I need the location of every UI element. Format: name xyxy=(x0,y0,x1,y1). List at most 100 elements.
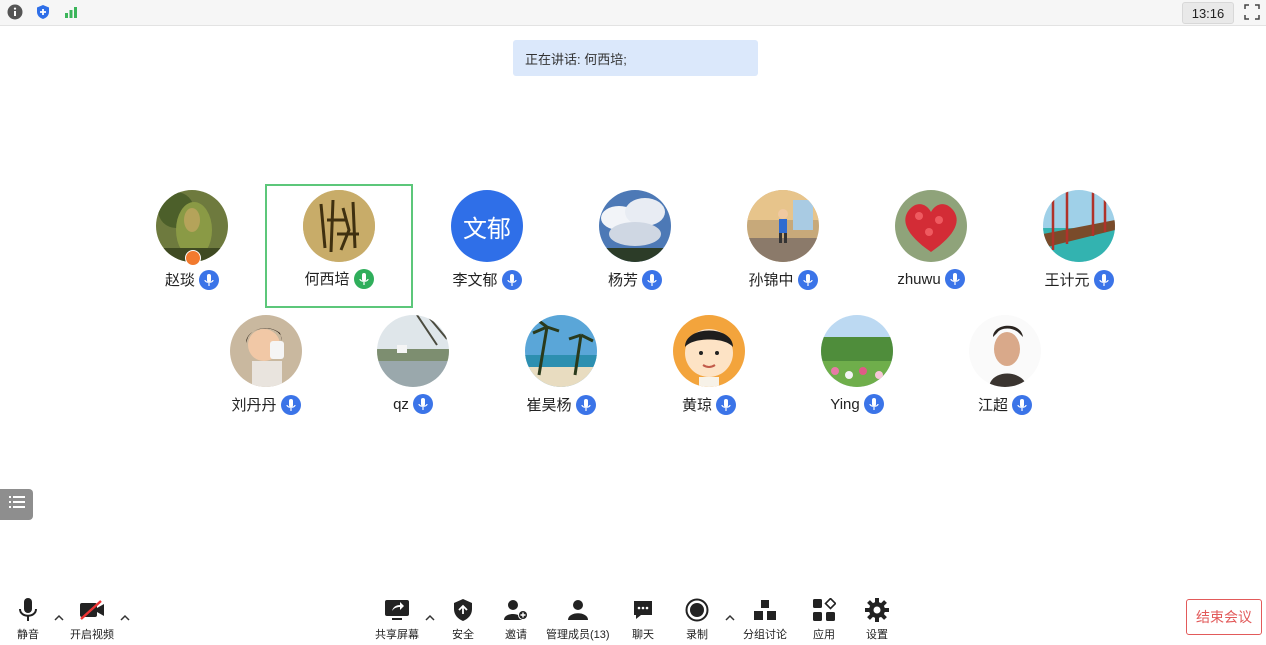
avatar-initials: 文郁 xyxy=(451,190,523,262)
participant-name: zhuwu xyxy=(897,270,941,288)
microphone-icon xyxy=(642,269,662,290)
participant-tile[interactable]: 江超 xyxy=(931,310,1079,434)
participant-tile[interactable]: qz xyxy=(339,310,487,434)
microphone-icon xyxy=(501,269,522,290)
participant-name: 何西培 xyxy=(304,271,350,288)
security-label: 安全 xyxy=(452,629,474,641)
shield-icon xyxy=(450,598,476,622)
microphone-icon xyxy=(280,394,301,415)
record-label: 录制 xyxy=(686,629,708,641)
participant-tile[interactable]: 文郁 李文郁 xyxy=(413,185,561,309)
participant-name: 赵琰 xyxy=(164,272,195,289)
avatar xyxy=(1043,190,1115,262)
participant-name: 杨芳 xyxy=(607,272,638,289)
user-icon xyxy=(565,598,591,622)
avatar xyxy=(821,315,893,387)
avatar xyxy=(303,190,375,262)
breakout-label: 分组讨论 xyxy=(743,629,787,641)
participant-name: 刘丹丹 xyxy=(231,397,277,414)
participant-tile[interactable]: 杨芳 xyxy=(561,185,709,309)
video-label: 开启视频 xyxy=(70,629,114,641)
participant-list-toggle-button[interactable] xyxy=(0,489,33,520)
breakout-rooms-icon xyxy=(752,598,778,622)
share-screen-button[interactable]: 共享屏幕 xyxy=(375,598,419,642)
microphone-icon xyxy=(863,394,884,414)
microphone-icon xyxy=(1012,394,1032,415)
chevron-up-icon[interactable] xyxy=(54,610,64,621)
chevron-up-icon[interactable] xyxy=(425,610,435,621)
participant-tile[interactable]: Ying xyxy=(783,310,931,434)
avatar xyxy=(969,315,1041,387)
avatar xyxy=(230,315,302,387)
avatar xyxy=(673,315,745,387)
bottom-toolbar: 静音 开启视频 共享屏幕 安全 邀请 管理成员(13) 聊天 录制 分组讨论 应… xyxy=(0,590,1266,645)
members-label: 管理成员(13) xyxy=(546,629,610,641)
microphone-icon xyxy=(1093,269,1114,290)
security-button[interactable]: 安全 xyxy=(450,598,476,642)
participant-name: 崔昊杨 xyxy=(526,397,572,414)
participant-tile[interactable]: 王计元 xyxy=(1005,185,1153,309)
microphone-icon xyxy=(15,598,41,622)
participant-name: 黄琼 xyxy=(681,397,712,414)
avatar xyxy=(747,190,819,262)
add-user-icon xyxy=(503,598,529,622)
participant-name: 江超 xyxy=(977,397,1008,414)
share-screen-icon xyxy=(384,598,410,622)
participant-name: 王计元 xyxy=(1044,272,1090,289)
record-button[interactable]: 录制 xyxy=(684,598,710,642)
microphone-icon xyxy=(199,269,219,290)
participant-tile[interactable]: 赵琰 xyxy=(118,185,266,309)
settings-label: 设置 xyxy=(866,629,888,641)
apps-button[interactable]: 应用 xyxy=(811,598,837,642)
participant-tile[interactable]: 孙锦中 xyxy=(709,185,857,309)
participant-tile[interactable]: 黄琼 xyxy=(635,310,783,434)
avatar xyxy=(599,190,671,262)
participant-tile[interactable]: 刘丹丹 xyxy=(192,310,340,434)
info-icon[interactable] xyxy=(6,3,24,21)
meeting-clock: 13:16 xyxy=(1182,2,1234,24)
settings-button[interactable]: 设置 xyxy=(864,598,890,642)
invite-button[interactable]: 邀请 xyxy=(503,598,529,642)
microphone-icon xyxy=(716,394,736,415)
mute-label: 静音 xyxy=(17,629,39,641)
chevron-up-icon[interactable] xyxy=(120,610,130,621)
end-meeting-button[interactable]: 结束会议 xyxy=(1186,599,1262,635)
avatar-initials-text: 文郁 xyxy=(463,215,511,243)
participant-tile[interactable]: 崔昊杨 xyxy=(487,310,635,434)
mute-button[interactable]: 静音 xyxy=(15,598,41,642)
gear-icon xyxy=(864,598,890,622)
chat-button[interactable]: 聊天 xyxy=(630,598,656,642)
share-label: 共享屏幕 xyxy=(375,629,419,641)
chevron-up-icon[interactable] xyxy=(725,610,735,621)
active-speaker-banner: 正在讲话: 何西培; xyxy=(513,40,758,76)
microphone-speaking-icon xyxy=(353,268,374,289)
invite-label: 邀请 xyxy=(505,629,527,641)
chat-label: 聊天 xyxy=(632,629,654,641)
participant-tile-active[interactable]: 何西培 xyxy=(265,184,413,308)
top-bar: 13:16 xyxy=(0,0,1266,26)
participant-name: 李文郁 xyxy=(452,272,498,289)
microphone-icon xyxy=(944,269,965,289)
apps-label: 应用 xyxy=(813,629,835,641)
participant-name: qz xyxy=(393,395,409,413)
microphone-icon xyxy=(412,394,433,414)
participant-tile[interactable]: zhuwu xyxy=(857,185,1005,309)
avatar xyxy=(895,190,967,262)
microphone-icon xyxy=(797,269,818,290)
breakout-rooms-button[interactable]: 分组讨论 xyxy=(743,598,787,642)
shield-icon[interactable] xyxy=(34,3,52,21)
avatar xyxy=(525,315,597,387)
record-icon xyxy=(684,598,710,622)
apps-icon xyxy=(811,598,837,622)
video-off-icon xyxy=(79,598,105,622)
fullscreen-icon[interactable] xyxy=(1244,4,1260,20)
start-video-button[interactable]: 开启视频 xyxy=(70,598,114,642)
participant-name: 孙锦中 xyxy=(748,272,794,289)
list-icon xyxy=(8,495,25,514)
chat-icon xyxy=(630,598,656,622)
manage-members-button[interactable]: 管理成员(13) xyxy=(546,598,610,642)
microphone-icon xyxy=(575,394,596,415)
participant-name: Ying xyxy=(830,395,860,413)
signal-icon[interactable] xyxy=(62,3,80,21)
avatar xyxy=(377,315,449,387)
